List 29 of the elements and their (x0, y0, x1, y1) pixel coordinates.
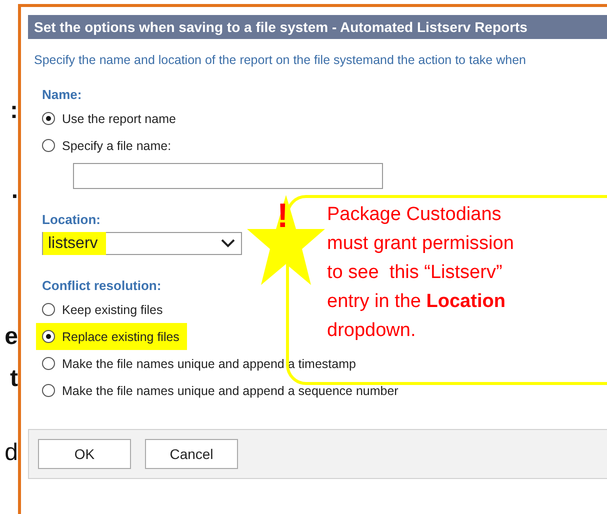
callout-text: Package Custodians must grant permission to see this “Listserv” entry in the Location dropdown. (327, 203, 514, 343)
radio-button[interactable] (42, 303, 55, 316)
text-fragment: t (10, 366, 18, 392)
dialog-button[interactable]: OK (38, 439, 131, 469)
radio-button[interactable] (42, 139, 55, 152)
text-fragment: d (4, 440, 18, 466)
description-text: Specify the name and location of the report on the file systemand the action to take when (34, 53, 526, 68)
section-label: Name: (42, 87, 82, 102)
radio-option[interactable]: Keep existing files (36, 296, 171, 323)
radio-option[interactable]: Replace existing files (36, 323, 188, 350)
dialog-title: Set the options when saving to a file system - Automated Listserv Reports (28, 15, 607, 39)
section-label: Location: (42, 212, 100, 227)
radio-button[interactable] (42, 384, 55, 397)
radio-button[interactable] (42, 112, 55, 125)
radio-button[interactable] (42, 357, 55, 370)
radio-option[interactable]: Specify a file name: (36, 132, 180, 159)
radio-option[interactable]: Use the report name (36, 105, 184, 132)
radio-option[interactable]: Make the file names unique and append a sequence number (36, 377, 406, 404)
exclamation-mark: ! (277, 196, 288, 236)
text-fragment: . (11, 178, 18, 204)
dropdown-value: listserv (43, 232, 106, 255)
chevron-down-icon (221, 239, 235, 248)
radio-button[interactable] (42, 330, 55, 343)
text-fragment: : (10, 98, 18, 124)
file-name-field[interactable] (73, 163, 383, 189)
text-fragment: e (4, 324, 18, 350)
location-dropdown[interactable]: listserv (42, 232, 242, 255)
dialog-button[interactable]: Cancel (145, 439, 238, 469)
section-label: Conflict resolution: (42, 278, 162, 293)
